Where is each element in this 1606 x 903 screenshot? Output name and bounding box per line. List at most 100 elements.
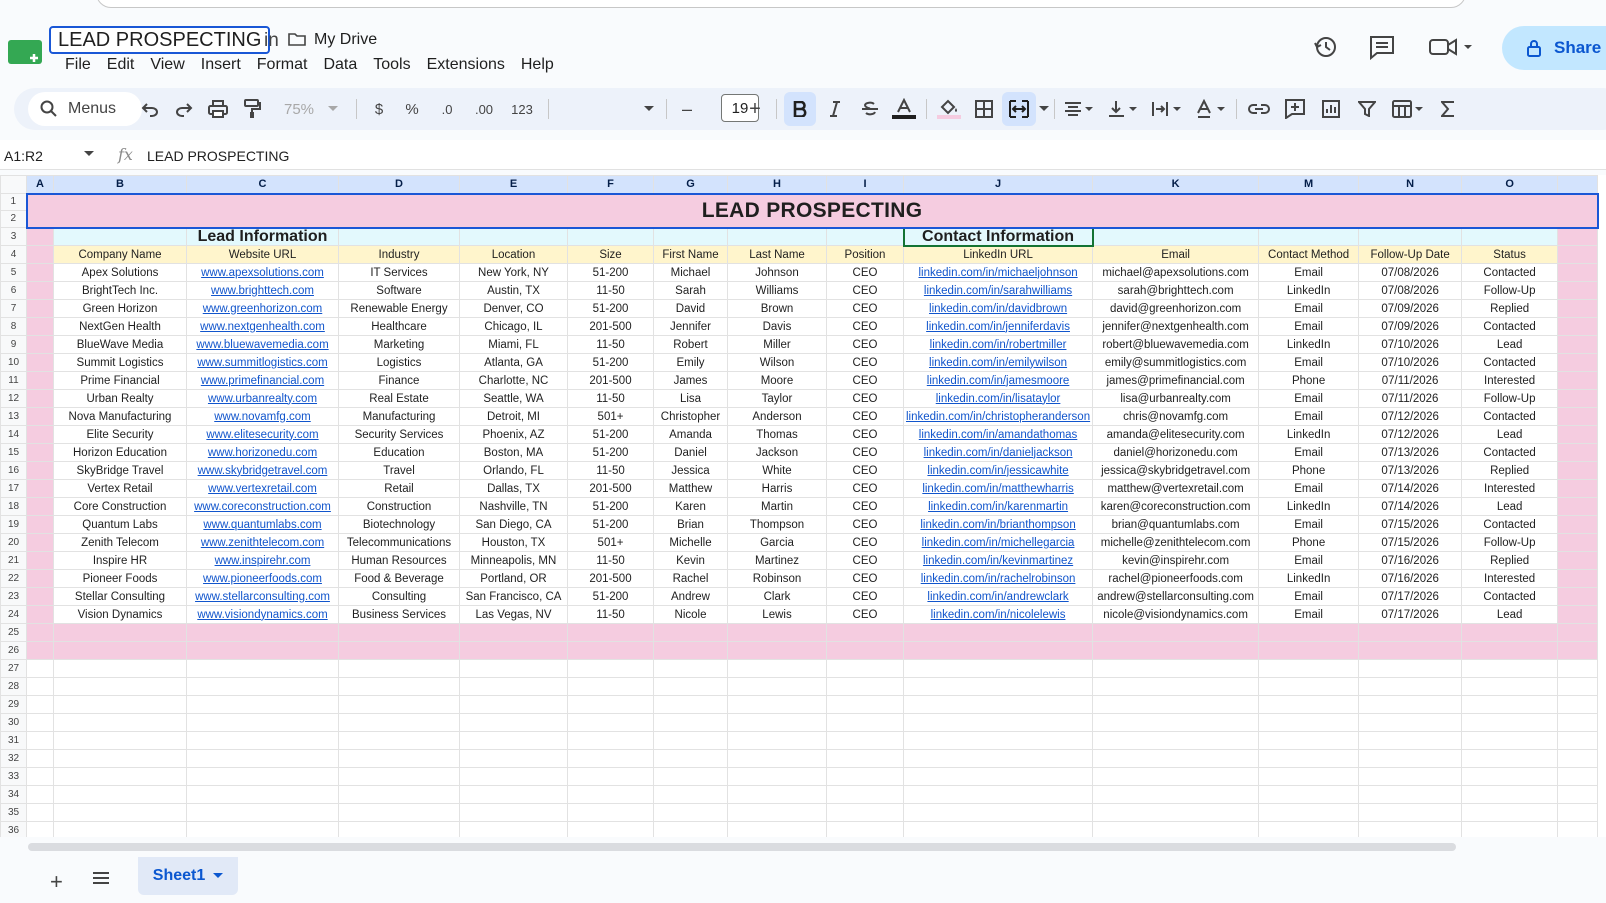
cell[interactable] — [1258, 677, 1360, 696]
cell[interactable] — [26, 533, 54, 552]
cell[interactable]: 07/17/2026 — [1358, 605, 1463, 624]
cell[interactable]: 51-200 — [567, 443, 654, 462]
cell[interactable] — [186, 677, 339, 696]
cell[interactable] — [186, 803, 339, 822]
cell[interactable]: linkedin.com/in/brianthompson — [902, 515, 1094, 534]
drive-location-link[interactable]: My Drive — [314, 31, 377, 49]
website-link[interactable]: www.nextgenhealth.com — [200, 321, 325, 333]
cell[interactable]: Follow-Up — [1461, 281, 1559, 300]
website-link[interactable]: www.skybridgetravel.com — [198, 465, 328, 477]
cell[interactable] — [186, 767, 339, 786]
cell[interactable]: www.urbanrealty.com — [186, 389, 339, 408]
cell[interactable]: 51-200 — [567, 299, 654, 318]
cell[interactable]: Jessica — [653, 461, 728, 480]
cell[interactable] — [1258, 803, 1360, 822]
cell[interactable]: Robert — [653, 335, 728, 354]
cell[interactable] — [53, 767, 187, 786]
cell[interactable]: CEO — [826, 533, 904, 552]
cell[interactable] — [459, 641, 568, 660]
cell[interactable]: www.apexsolutions.com — [186, 263, 339, 282]
comment-icon[interactable] — [1368, 34, 1396, 60]
cell[interactable] — [727, 677, 827, 696]
cell[interactable]: Follow-Up — [1461, 533, 1559, 552]
row-header[interactable]: 15 — [0, 443, 27, 462]
cell[interactable] — [1092, 713, 1260, 732]
website-link[interactable]: www.horizonedu.com — [208, 447, 317, 459]
menu-file[interactable]: File — [57, 55, 99, 75]
cell[interactable] — [338, 659, 460, 678]
cell[interactable]: Travel — [338, 461, 460, 480]
cell[interactable]: Consulting — [338, 587, 460, 606]
cell[interactable]: daniel@horizonedu.com — [1092, 443, 1260, 462]
cell[interactable] — [338, 713, 460, 732]
linkedin-link[interactable]: linkedin.com/in/rachelrobinson — [921, 573, 1076, 585]
cell[interactable] — [338, 227, 460, 246]
cell[interactable] — [1557, 551, 1599, 570]
cell[interactable] — [186, 623, 339, 642]
cell[interactable] — [1557, 371, 1599, 390]
cell[interactable] — [26, 623, 54, 642]
cell[interactable]: Nicole — [653, 605, 728, 624]
cell[interactable]: kevin@inspirehr.com — [1092, 551, 1260, 570]
cell[interactable]: www.primefinancial.com — [186, 371, 339, 390]
row-header[interactable]: 33 — [0, 767, 27, 786]
cell[interactable] — [1557, 407, 1599, 426]
cell[interactable]: michelle@zenithtelecom.com — [1092, 533, 1260, 552]
cell[interactable]: Jackson — [727, 443, 827, 462]
cell[interactable] — [338, 821, 460, 837]
menu-edit[interactable]: Edit — [99, 55, 143, 75]
chevron-down-icon[interactable] — [84, 151, 94, 157]
cell[interactable] — [459, 677, 568, 696]
cell[interactable]: LinkedIn — [1258, 425, 1360, 444]
cell[interactable] — [653, 641, 728, 660]
cell[interactable] — [338, 785, 460, 804]
cell[interactable]: Vision Dynamics — [53, 605, 187, 624]
cell[interactable] — [826, 641, 904, 660]
cell[interactable]: brian@quantumlabs.com — [1092, 515, 1260, 534]
cell[interactable]: Jennifer — [653, 317, 728, 336]
cell[interactable]: www.greenhorizon.com — [186, 299, 339, 318]
cell[interactable] — [459, 803, 568, 822]
cell[interactable]: linkedin.com/in/amandathomas — [902, 425, 1094, 444]
select-all-corner[interactable] — [0, 175, 27, 194]
cell[interactable] — [1557, 533, 1599, 552]
cell[interactable]: 501+ — [567, 533, 654, 552]
cell[interactable]: emily@summitlogistics.com — [1092, 353, 1260, 372]
table-view-button[interactable] — [1386, 88, 1430, 130]
print-button[interactable] — [202, 88, 234, 130]
cell[interactable]: Lewis — [727, 605, 827, 624]
cell[interactable]: 07/08/2026 — [1358, 263, 1463, 282]
cell[interactable]: Food & Beverage — [338, 569, 460, 588]
cell[interactable]: www.pioneerfoods.com — [186, 569, 339, 588]
cell[interactable] — [1358, 695, 1463, 714]
website-link[interactable]: www.visiondynamics.com — [197, 609, 327, 621]
row-header[interactable]: 10 — [0, 353, 27, 372]
cell[interactable] — [826, 767, 904, 786]
cell[interactable] — [1258, 227, 1360, 246]
cell[interactable] — [653, 749, 728, 768]
cell[interactable]: 07/15/2026 — [1358, 533, 1463, 552]
row-header[interactable]: 32 — [0, 749, 27, 768]
cell[interactable] — [727, 695, 827, 714]
cell[interactable] — [338, 749, 460, 768]
row-header[interactable]: 2 — [0, 210, 27, 228]
cell[interactable]: Software — [338, 281, 460, 300]
menu-help[interactable]: Help — [513, 55, 562, 75]
cell[interactable] — [1358, 785, 1463, 804]
cell[interactable]: Summit Logistics — [53, 353, 187, 372]
cell[interactable]: CEO — [826, 407, 904, 426]
cell[interactable]: linkedin.com/in/jessicawhite — [902, 461, 1094, 480]
cell[interactable]: Phone — [1258, 371, 1360, 390]
cell[interactable]: Email — [1258, 389, 1360, 408]
cell[interactable] — [1358, 749, 1463, 768]
strikethrough-button[interactable] — [854, 88, 886, 130]
cell[interactable] — [567, 785, 654, 804]
linkedin-link[interactable]: linkedin.com/in/nicolelewis — [931, 609, 1066, 621]
cell[interactable] — [902, 785, 1094, 804]
cell[interactable] — [26, 515, 54, 534]
cell[interactable] — [1258, 713, 1360, 732]
cell[interactable] — [26, 245, 54, 264]
cell[interactable]: linkedin.com/in/jenniferdavis — [902, 317, 1094, 336]
cell[interactable]: Lead — [1461, 605, 1559, 624]
horizontal-align-button[interactable] — [1058, 88, 1100, 130]
